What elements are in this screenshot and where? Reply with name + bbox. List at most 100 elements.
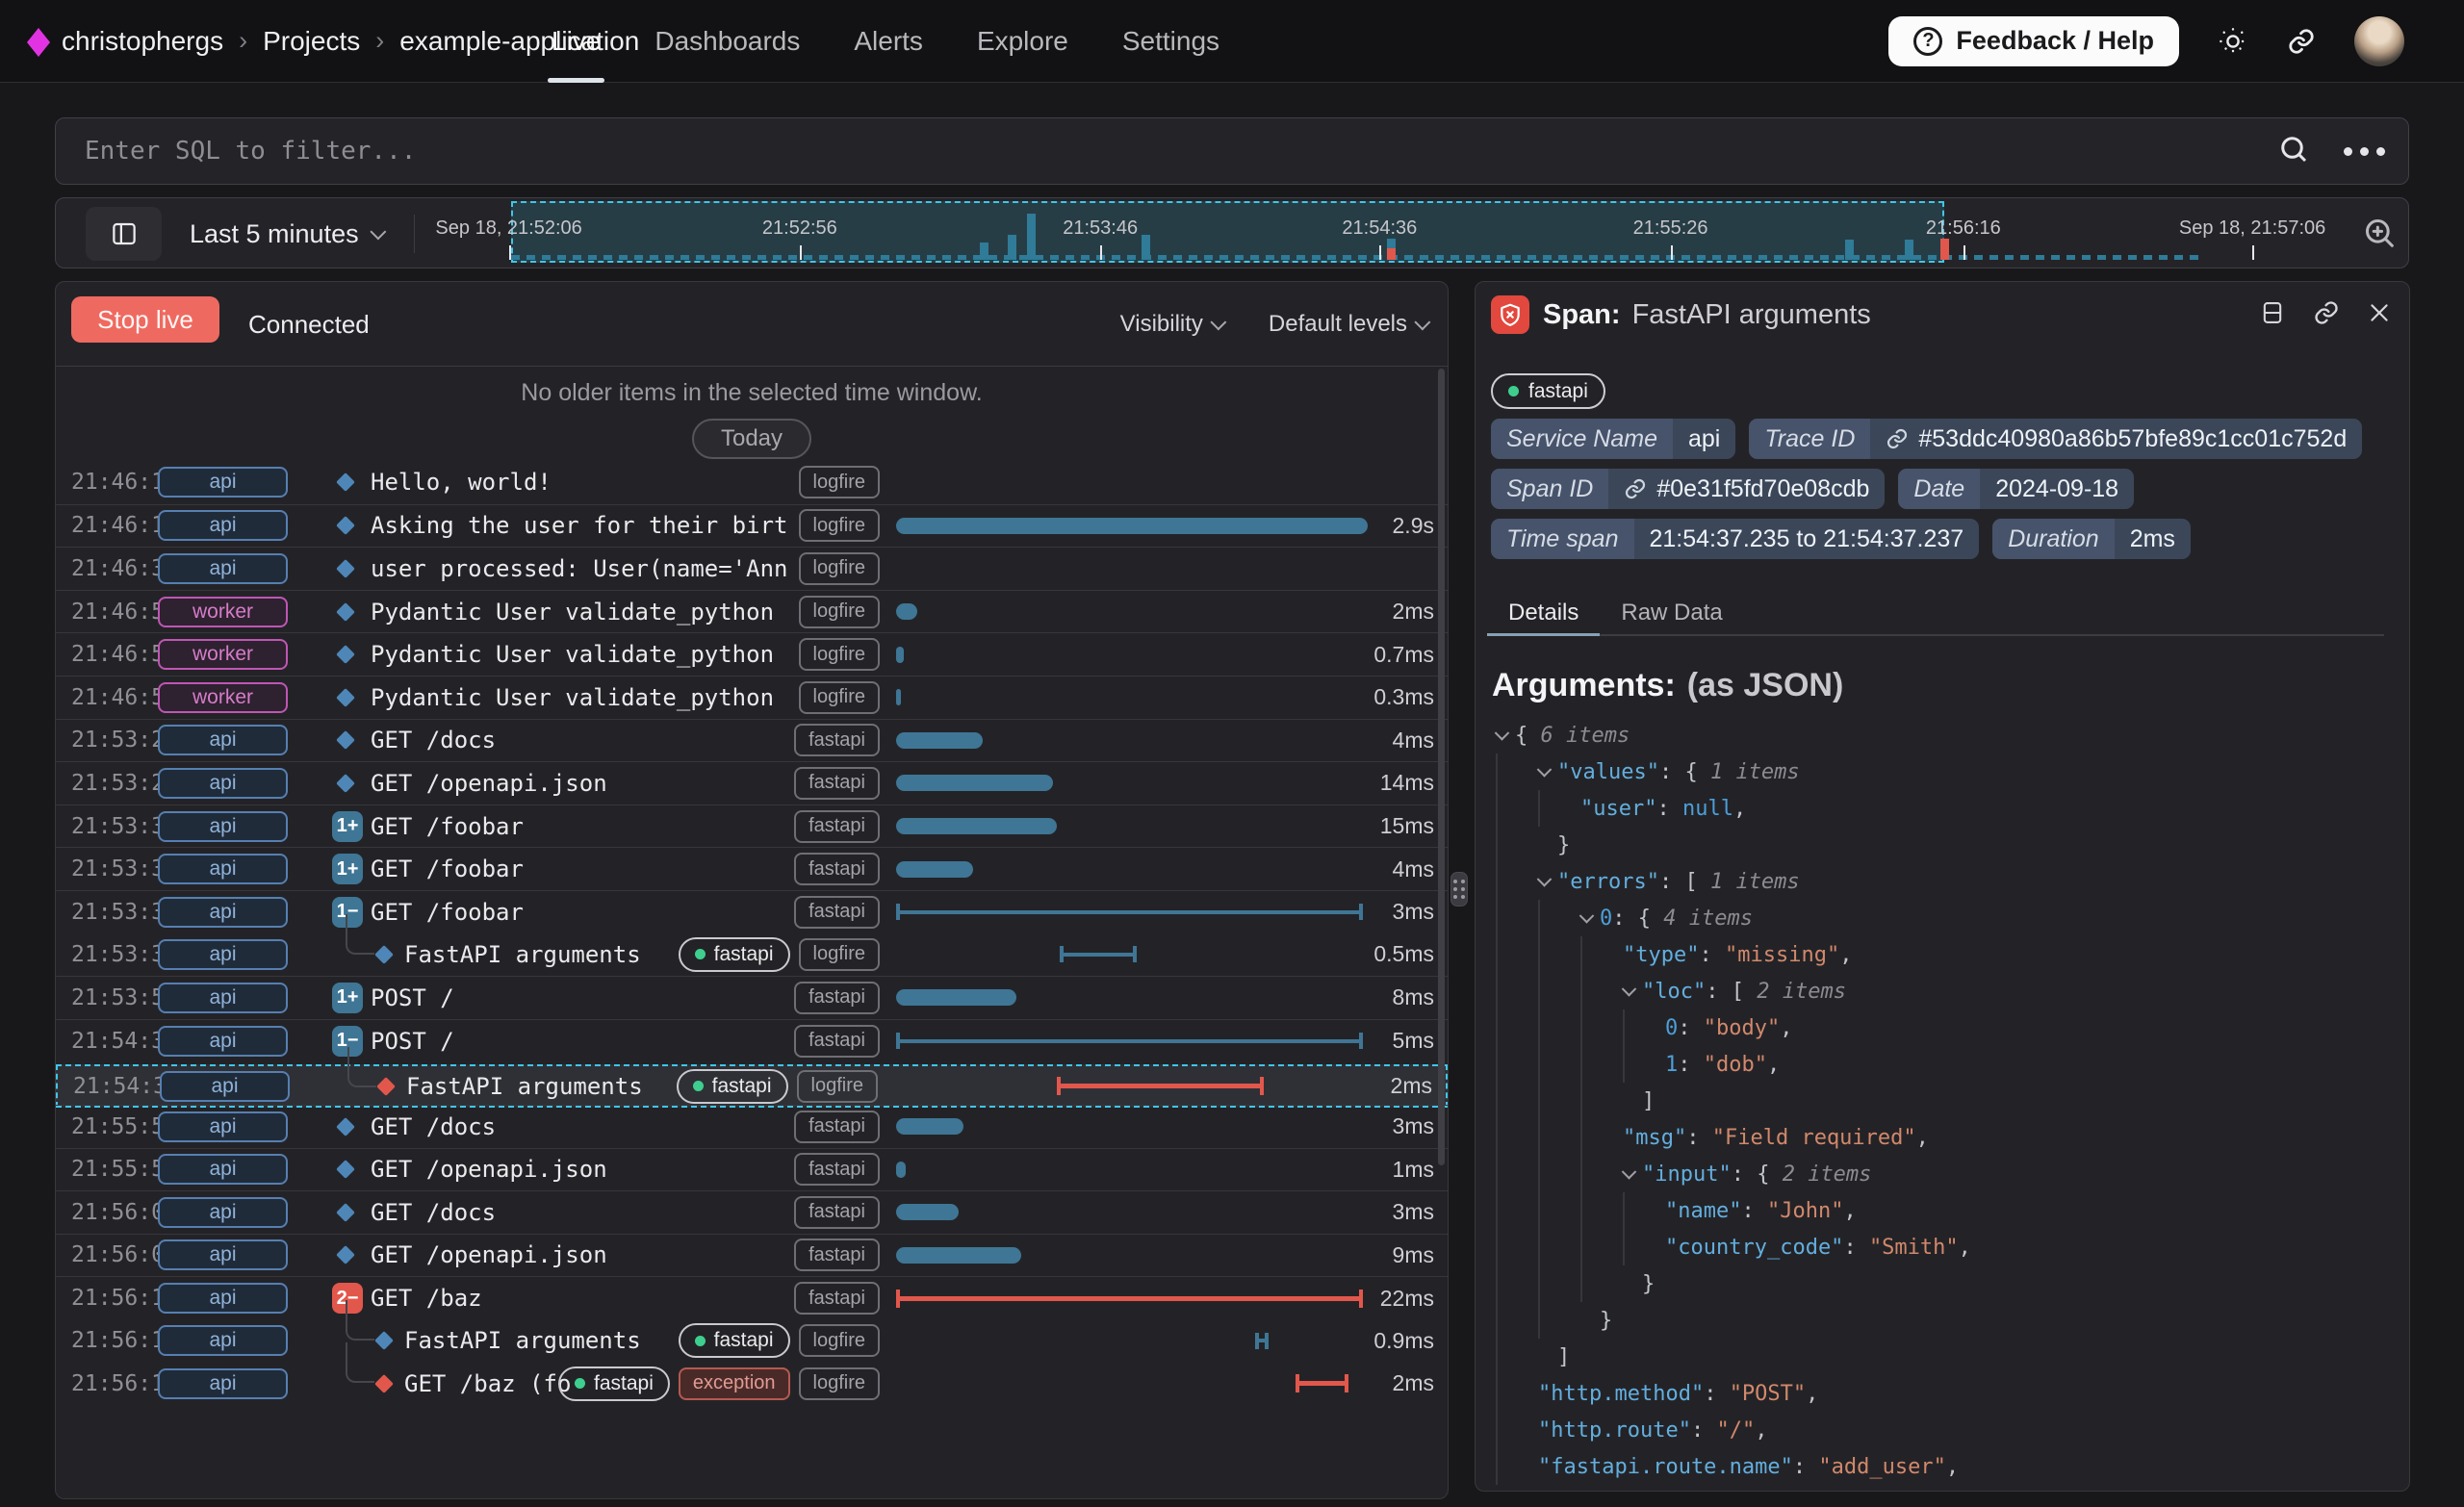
service-tag-api[interactable]: api (158, 854, 288, 884)
service-tag-api[interactable]: api (158, 553, 288, 584)
scrollbar-thumb[interactable] (1438, 369, 1445, 1165)
span-message[interactable]: FastAPI arguments (404, 1319, 641, 1363)
nav-tab-alerts[interactable]: Alerts (827, 0, 950, 83)
service-tag-api[interactable]: api (158, 1197, 288, 1228)
detail-tab-details[interactable]: Details (1487, 592, 1600, 634)
trace-row[interactable]: 21:56:13apiFastAPI argumentsfastapilogfi… (56, 1319, 1448, 1363)
json-tree[interactable]: { 6 items"values": { 1 items"user": null… (1476, 717, 2401, 1485)
service-tag-api[interactable]: api (158, 1111, 288, 1142)
service-tag-api[interactable]: api (160, 1071, 290, 1102)
span-message[interactable]: GET /docs (371, 1106, 496, 1148)
theme-toggle-icon[interactable] (2218, 26, 2248, 57)
feedback-help-button[interactable]: Feedback / Help (1888, 16, 2179, 66)
trace-row[interactable]: 21:56:09apiGET /openapi.jsonfastapi9ms (56, 1234, 1448, 1277)
collapse-chevron-icon[interactable] (1623, 973, 1642, 1009)
sidebar-toggle-icon[interactable] (86, 207, 162, 261)
close-icon[interactable] (2367, 300, 2392, 330)
trace-row[interactable]: 21:56:13apiGET /baz (fofastapiexceptionl… (56, 1362, 1448, 1405)
service-tag-api[interactable]: api (158, 725, 288, 755)
breadcrumb-item[interactable]: christophergs (62, 26, 223, 57)
collapse-chevron-icon[interactable] (1496, 717, 1515, 754)
search-icon[interactable] (2276, 132, 2311, 171)
children-count-badge[interactable]: 1+ (332, 854, 363, 884)
span-message[interactable]: user processed: User(name='Ann (371, 548, 787, 590)
service-tag-api[interactable]: api (158, 897, 288, 928)
collapse-chevron-icon[interactable] (1538, 754, 1557, 790)
service-tag-api[interactable]: api (158, 811, 288, 842)
span-message[interactable]: FastAPI arguments (406, 1066, 643, 1106)
user-avatar[interactable] (2354, 16, 2404, 66)
span-message[interactable]: GET /openapi.json (371, 1235, 607, 1277)
nav-tab-settings[interactable]: Settings (1095, 0, 1246, 83)
span-message[interactable]: Pydantic User validate_python (371, 677, 774, 719)
trace-row[interactable]: 21:56:09apiGET /docsfastapi3ms (56, 1190, 1448, 1234)
trace-row[interactable]: 21:53:35api1+GET /foobarfastapi4ms (56, 847, 1448, 890)
trace-row[interactable]: 21:46:55workerPydantic User validate_pyt… (56, 676, 1448, 719)
breadcrumb-item[interactable]: Projects (263, 26, 360, 57)
collapse-chevron-icon[interactable] (1580, 900, 1600, 936)
service-tag-api[interactable]: api (158, 1325, 288, 1356)
service-tag-api[interactable]: api (158, 1368, 288, 1399)
share-link-icon[interactable] (2287, 27, 2316, 56)
stop-live-button[interactable]: Stop live (71, 296, 219, 343)
service-tag-worker[interactable]: worker (158, 597, 288, 627)
trace-row[interactable]: 21:56:13api2−GET /bazfastapi22ms (56, 1276, 1448, 1319)
service-tag-api[interactable]: api (158, 939, 288, 970)
trace-row[interactable]: 21:46:55workerPydantic User validate_pyt… (56, 632, 1448, 676)
nav-tab-explore[interactable]: Explore (950, 0, 1095, 83)
service-tag-api[interactable]: api (158, 467, 288, 498)
panel-resize-handle[interactable] (1450, 872, 1468, 907)
span-message[interactable]: GET /docs (371, 720, 496, 762)
span-message[interactable]: Asking the user for their birt (371, 505, 787, 548)
children-count-badge[interactable]: 1+ (332, 811, 363, 842)
span-message[interactable]: GET /openapi.json (371, 1149, 607, 1191)
span-message[interactable]: Pydantic User validate_python (371, 591, 774, 633)
service-tag-api[interactable]: api (158, 983, 288, 1013)
service-tag-api[interactable]: api (158, 1154, 288, 1185)
detail-tab-raw-data[interactable]: Raw Data (1600, 592, 1743, 634)
span-message[interactable]: POST / (371, 977, 454, 1019)
trace-row[interactable]: 21:53:28apiGET /openapi.jsonfastapi14ms (56, 761, 1448, 805)
zoom-in-icon[interactable] (2360, 214, 2399, 255)
trace-row[interactable]: 21:55:58apiGET /docsfastapi3ms (56, 1105, 1448, 1148)
default-levels-dropdown[interactable]: Default levels (1269, 311, 1430, 338)
collapse-chevron-icon[interactable] (1538, 863, 1557, 900)
time-range-dropdown[interactable]: Last 5 minutes (190, 198, 386, 269)
span-message[interactable]: POST / (371, 1020, 454, 1062)
visibility-dropdown[interactable]: Visibility (1120, 311, 1226, 338)
children-count-badge[interactable]: 1+ (332, 983, 363, 1013)
service-tag-api[interactable]: api (158, 510, 288, 541)
span-message[interactable]: GET /openapi.json (371, 762, 607, 805)
collapse-chevron-icon[interactable] (1623, 1156, 1642, 1192)
attribute-pill-trace-id[interactable]: Trace ID#53ddc40980a86b57bfe89c1cc01c752… (1749, 419, 2362, 459)
copy-link-icon[interactable] (2313, 299, 2340, 331)
span-message[interactable]: GET /docs (371, 1191, 496, 1234)
span-message[interactable]: GET /foobar (371, 805, 524, 848)
span-message[interactable]: GET /foobar (371, 848, 524, 890)
service-tag-api[interactable]: api (158, 1239, 288, 1270)
timeline-selection[interactable] (511, 201, 1944, 263)
trace-row[interactable]: 21:46:19apiAsking the user for their bir… (56, 504, 1448, 548)
sql-filter-input[interactable]: Enter SQL to filter... (55, 117, 2409, 185)
timeline-track[interactable]: Sep 18, 21:52:0621:52:5621:53:4621:54:36… (429, 198, 2369, 268)
trace-row[interactable]: 21:46:19apiHello, world!logfire (56, 461, 1448, 504)
trace-row[interactable]: 21:54:37apiFastAPI argumentsfastapilogfi… (56, 1064, 1448, 1108)
trace-row[interactable]: 21:53:35api1−GET /foobarfastapi3ms (56, 890, 1448, 933)
trace-row[interactable]: 21:53:28apiGET /docsfastapi4ms (56, 719, 1448, 762)
trace-row[interactable]: 21:53:33api1+GET /foobarfastapi15ms (56, 805, 1448, 848)
trace-row[interactable]: 21:54:37api1−POST /fastapi5ms (56, 1019, 1448, 1062)
more-options-icon[interactable] (2344, 147, 2385, 156)
span-message[interactable]: GET /baz (371, 1277, 482, 1319)
service-tag-worker[interactable]: worker (158, 639, 288, 670)
service-tag-api[interactable]: api (158, 1026, 288, 1057)
trace-row[interactable]: 21:55:58apiGET /openapi.jsonfastapi1ms (56, 1148, 1448, 1191)
attribute-pill-span-id[interactable]: Span ID#0e31f5fd70e08cdb (1491, 469, 1885, 509)
span-message[interactable]: GET /foobar (371, 891, 524, 933)
today-button[interactable]: Today (692, 419, 811, 459)
service-tag-api[interactable]: api (158, 1283, 288, 1314)
nav-tab-dashboards[interactable]: Dashboards (628, 0, 827, 83)
span-message[interactable]: Hello, world! (371, 461, 552, 504)
split-panel-icon[interactable] (2259, 299, 2286, 331)
nav-tab-live[interactable]: Live (525, 0, 628, 83)
trace-row[interactable]: 21:46:33apiuser processed: User(name='An… (56, 547, 1448, 590)
